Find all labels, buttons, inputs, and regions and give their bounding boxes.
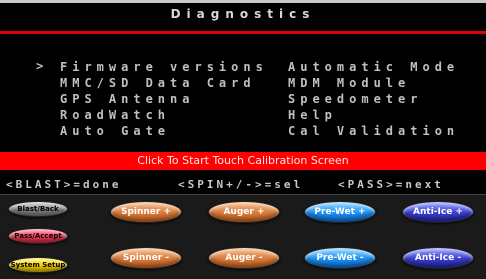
- spinner-minus-button[interactable]: Spinner -: [110, 247, 182, 269]
- menu-item-cal-validation[interactable]: Cal Validation: [288, 123, 459, 139]
- prewet-minus-button[interactable]: Pre-Wet -: [304, 247, 376, 269]
- blast-command-hint: <BLAST>=done: [6, 178, 122, 191]
- auger-plus-button[interactable]: Auger +: [208, 201, 280, 223]
- menu-item-help[interactable]: Help: [288, 107, 337, 123]
- menu-item-roadwatch[interactable]: RoadWatch: [60, 107, 170, 123]
- command-hint-line: <BLAST>=done <SPIN+/->=sel <PASS>=next: [0, 172, 486, 194]
- touch-calibration-bar[interactable]: Click To Start Touch Calibration Screen: [0, 152, 486, 170]
- menu-item-firmware-versions[interactable]: Firmware versions: [60, 59, 268, 75]
- menu-item-automatic-mode[interactable]: Automatic Mode: [288, 59, 459, 75]
- pass-accept-button[interactable]: Pass/Accept: [8, 228, 68, 244]
- menu-item-auto-gate[interactable]: Auto Gate: [60, 123, 170, 139]
- antiice-minus-button[interactable]: Anti-Ice -: [402, 247, 474, 269]
- blast-back-button[interactable]: Blast/Back: [8, 201, 68, 217]
- menu-item-mmc-sd-data-card[interactable]: MMC/SD Data Card: [60, 75, 256, 91]
- header: Diagnostics: [0, 0, 486, 35]
- page-title: Diagnostics: [170, 7, 316, 21]
- pass-command-hint: <PASS>=next: [338, 178, 444, 191]
- system-setup-button[interactable]: System Setup: [8, 257, 68, 273]
- auger-minus-button[interactable]: Auger -: [208, 247, 280, 269]
- spinner-plus-button[interactable]: Spinner +: [110, 201, 182, 223]
- menu-item-gps-antenna[interactable]: GPS Antenna: [60, 91, 194, 107]
- antiice-plus-button[interactable]: Anti-Ice +: [402, 201, 474, 223]
- prewet-plus-button[interactable]: Pre-Wet +: [304, 201, 376, 223]
- spin-command-hint: <SPIN+/->=sel: [178, 178, 304, 191]
- menu-item-speedometer[interactable]: Speedometer: [288, 91, 422, 107]
- button-panel: Blast/Back Pass/Accept System Setup Spin…: [0, 195, 486, 279]
- selection-cursor: >: [36, 59, 44, 73]
- menu-item-mdm-module[interactable]: MDM Module: [288, 75, 410, 91]
- diagnostics-menu: > Firmware versions MMC/SD Data Card GPS…: [0, 34, 486, 150]
